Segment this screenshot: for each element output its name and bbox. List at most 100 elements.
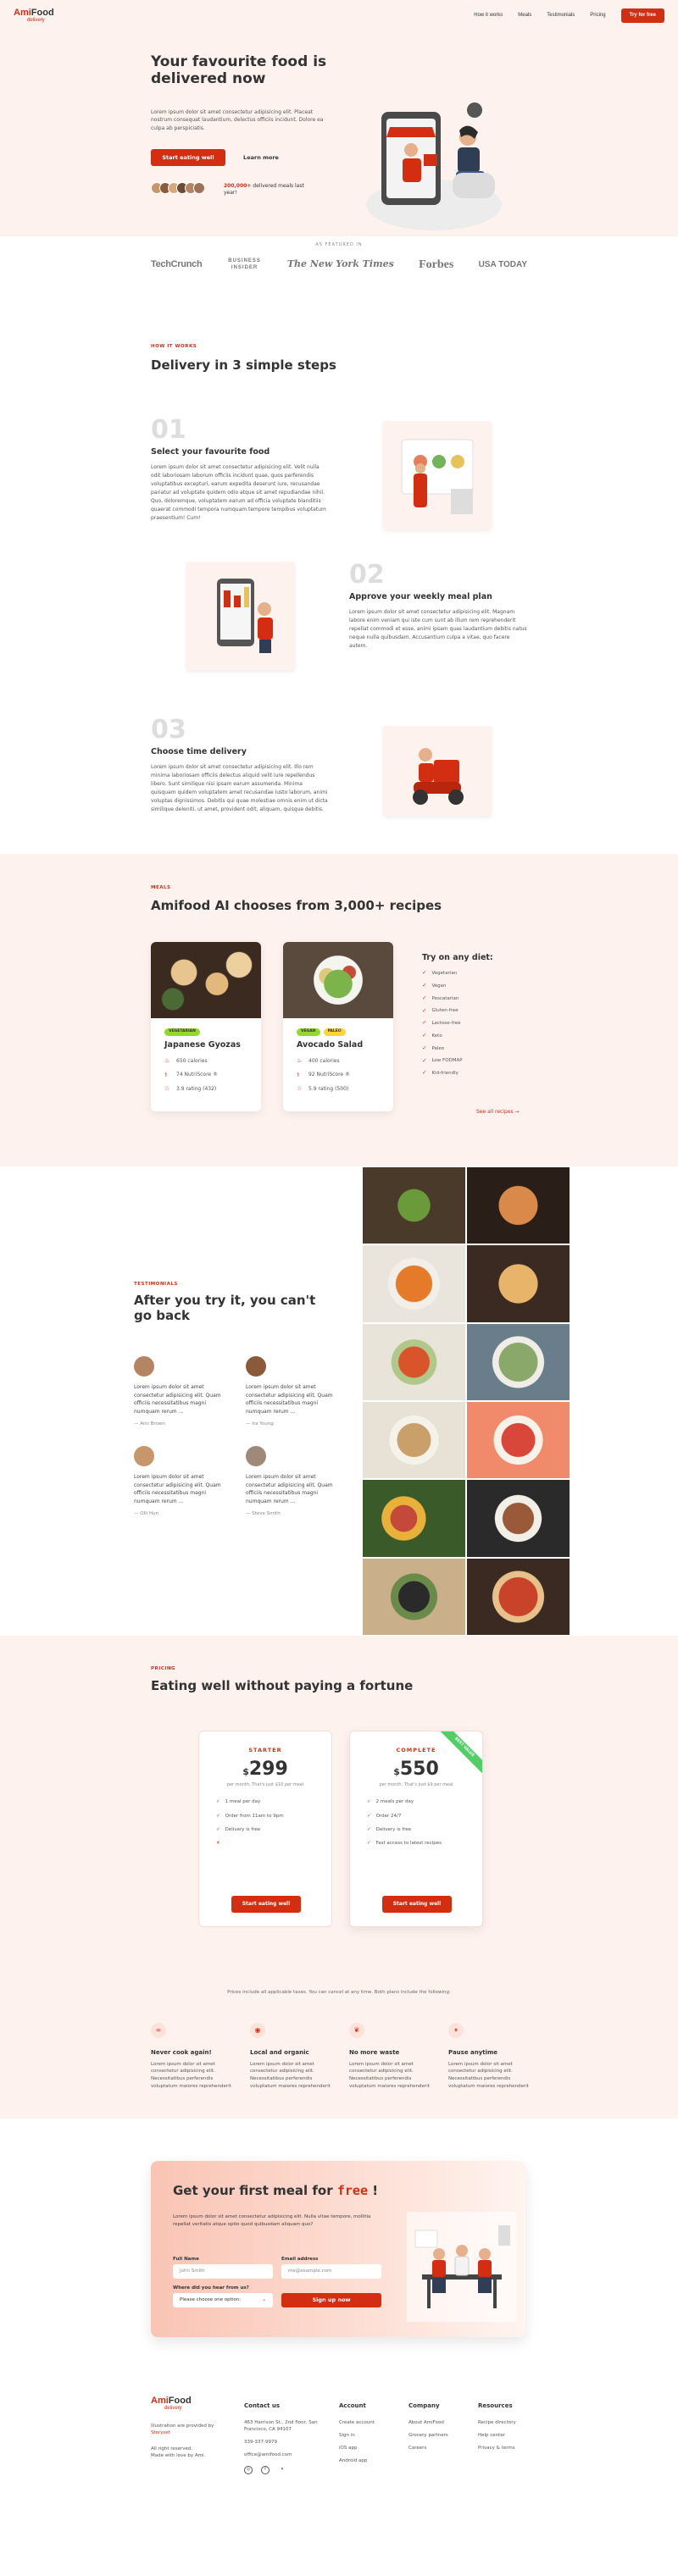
sign-up-button[interactable]: Sign up now [281,2293,381,2307]
logo-am: Ami [151,2396,169,2406]
nav-meals[interactable]: Meals [518,12,531,19]
step-description: Lorem ipsum dolor sit amet consectetur a… [151,764,328,812]
testimonial-text: Lorem ipsum dolor sit amet consectetur a… [246,1384,333,1415]
cta-title-free: free [336,2183,368,2198]
testimonial-text: Lorem ipsum dolor sit amet consectetur a… [134,1384,221,1415]
meal-score: ⚕ 74 NutriScore ® [164,1071,247,1080]
testimonial: Lorem ipsum dolor sit amet consectetur a… [134,1356,231,1428]
plan-feature: ✓ Fast access to latest recipes [367,1840,465,1847]
food-gallery [362,1166,570,1636]
full-name-input[interactable]: John Smith [173,2264,273,2279]
star-icon: ☆ [164,1085,170,1092]
step-3-illustration [383,726,492,816]
careers-link[interactable]: Careers [408,2446,426,2451]
featured-logos: TechCrunch BUSINESS INSIDER The New York… [151,256,527,274]
see-all-recipes-link[interactable]: See all recipes → [476,1108,520,1116]
ios-app-link[interactable]: iOS app [339,2446,357,2451]
techcrunch-logo: TechCrunch [151,259,203,270]
featured-in: AS FEATURED IN TechCrunch BUSINESS INSID… [0,241,678,283]
testimonial: Lorem ipsum dolor sit amet consectetur a… [246,1356,343,1428]
diet-item: ✓ Vegetarian [422,969,493,978]
learn-more-button[interactable]: Learn more [236,149,286,166]
check-icon: ✓ [422,1006,427,1014]
start-eating-button[interactable]: Start eating well [151,149,225,166]
diet-item: ✓ Low FODMAP [422,1057,493,1066]
cta-title-pre: Get your first meal for [173,2183,333,2198]
help-center-link[interactable]: Help center [478,2433,505,2438]
sign-in-link[interactable]: Sign in [339,2433,355,2438]
plan-price: $299 [199,1759,331,1779]
meal-name: Avocado Salad [297,1039,364,1050]
hero-section: Your favourite food is delivered now Lor… [0,30,678,236]
android-app-link[interactable]: Android app [339,2458,367,2463]
email-link[interactable]: office@amifood.com [244,2451,320,2458]
nav-try-free-button[interactable]: Try for free [620,8,664,23]
about-link[interactable]: About AmiFood [408,2420,444,2425]
diet-item: ✓ Kid-friendly [422,1069,493,1077]
cta-description: Lorem ipsum dolor sit amet consectetur a… [173,2214,371,2227]
plan-feature: ✓ 1 meal per day [216,1798,314,1805]
meal-card[interactable]: VEGETARIAN Japanese Gyozas ♨ 650 calories… [151,942,261,1111]
feature-never-cook: ∞ Never cook again! Lorem ipsum dolor si… [151,2023,240,2091]
gallery-image [466,1166,570,1245]
step-2-illustration [186,562,295,670]
feature-text: Order from 11am to 9pm [225,1813,284,1819]
instagram-icon[interactable]: ◎ [244,2465,253,2474]
feature-no-waste: ❦ No more waste Lorem ipsum dolor sit am… [349,2023,438,2091]
nav-pricing[interactable]: Pricing [590,12,605,19]
step-1: 01 Select your favourite food Lorem ipsu… [151,418,329,522]
diet-label: Pescatarian [431,995,459,1001]
gallery-image [362,1244,466,1323]
avatar [193,182,205,194]
grocery-partners-link[interactable]: Grocery partners [408,2433,448,2438]
pricing-subheading: PRICING [151,1666,176,1671]
footer-logo[interactable]: AmiFood delivery [151,2396,227,2412]
step-2: 02 Approve your weekly meal plan Lorem i… [349,562,527,651]
site-header: AmiFood delivery How it works Meals Test… [0,0,678,30]
testimonials-title: After you try it, you can't go back [134,1293,316,1323]
feature-text: Fast access to latest recipes [375,1841,442,1846]
star-icon: ☆ [297,1085,303,1092]
logo[interactable]: AmiFood delivery [14,8,54,23]
twitter-icon[interactable]: ✦ [278,2466,286,2474]
testimonial-author: — Ira Young [246,1421,274,1427]
create-account-link[interactable]: Create account [339,2420,375,2425]
diet-label: Keto [431,1033,442,1039]
diet-label: Gluten-free [431,1008,458,1014]
check-icon: ✓ [367,1813,371,1819]
privacy-terms-link[interactable]: Privacy & terms [478,2446,515,2451]
testimonial: Lorem ipsum dolor sit amet consectetur a… [246,1446,343,1518]
diet-item: ✓ Gluten-free [422,1007,493,1016]
step-1-illustration [383,421,492,529]
step-description: Lorem ipsum dolor sit amet consectetur a… [349,609,527,649]
email-input[interactable]: me@example.com [281,2264,381,2279]
complete-start-button[interactable]: Start eating well [382,1896,452,1913]
feature-text: Delivery is free [225,1826,261,1832]
nav-testimonials[interactable]: Testimonials [547,12,575,19]
meal-score: ⚕ 92 NutriScore ® [297,1071,380,1080]
nav-how-it-works[interactable]: How it works [474,12,503,19]
meal-card[interactable]: VEGAN PALEO Avocado Salad ♨ 400 calories ⚕… [283,942,393,1111]
score-text: 74 NutriScore ® [176,1072,219,1078]
hero-title: Your favourite food is delivered now [151,53,327,87]
phone-link[interactable]: 339-337-9979 [244,2439,320,2446]
forbes-logo: Forbes [419,258,454,271]
email-label: Email address [281,2257,319,2262]
step-title: Choose time delivery [151,747,247,756]
step-3: 03 Choose time delivery Lorem ipsum dolo… [151,717,329,814]
footer-contact: Contact us 463 Harrison St., 2nd floor, … [244,2401,320,2480]
meal-image [151,942,261,1018]
starter-start-button[interactable]: Start eating well [231,1896,301,1913]
how-title: Delivery in 3 simple steps [151,357,336,373]
storyset-link[interactable]: Storyset [151,2429,227,2436]
facebook-icon[interactable]: f [261,2465,270,2474]
diet-label: Paleo [431,1045,445,1051]
cta-title: Get your first meal for free ! [173,2181,378,2201]
cta-illustration [407,2212,517,2322]
diet-item: ✓ Pescatarian [422,994,493,1003]
infinity-icon: ∞ [151,2023,166,2038]
recipe-directory-link[interactable]: Recipe directory [478,2420,516,2425]
business-insider-logo: BUSINESS INSIDER [228,258,261,270]
where-select[interactable]: Please choose one option: ⌄ [173,2293,273,2307]
testimonial-text: Lorem ipsum dolor sit amet consectetur a… [246,1474,333,1504]
